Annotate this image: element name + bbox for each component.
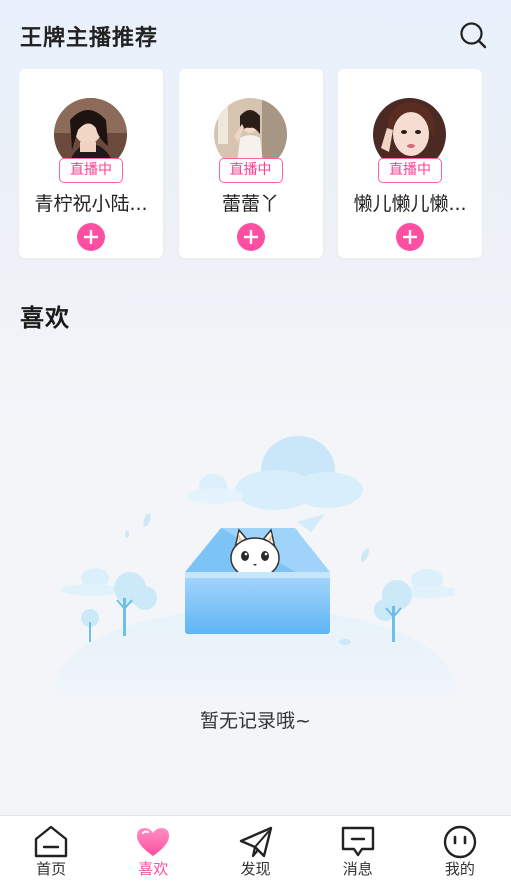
face-icon (443, 825, 477, 859)
bottom-tab-bar: 首页 喜欢 发现 消息 我的 (0, 815, 511, 884)
tab-messages[interactable]: 消息 (307, 816, 409, 884)
tab-profile[interactable]: 我的 (409, 816, 511, 884)
search-icon (460, 22, 487, 49)
search-button[interactable] (456, 18, 490, 52)
anchor-name: 懒儿懒儿懒... (353, 193, 467, 215)
live-badge: 直播中 (59, 158, 123, 183)
anchor-recommend-list: 直播中 青柠祝小陆... 直播中 蕾蕾丫 直播中 懒儿懒儿懒... (19, 69, 482, 258)
anchor-name: 青柠祝小陆... (34, 193, 148, 215)
empty-state-illustration (55, 430, 459, 768)
paper-plane-icon (239, 826, 272, 858)
anchor-name: 蕾蕾丫 (221, 193, 279, 215)
tab-label: 喜欢 (138, 860, 169, 878)
message-icon (341, 826, 374, 857)
page-title: 王牌主播推荐 (20, 26, 159, 51)
live-badge: 直播中 (218, 158, 283, 183)
empty-state-text: 暂无记录哦~ (200, 710, 311, 732)
follow-button[interactable] (396, 223, 424, 251)
favorites-title: 喜欢 (20, 304, 70, 332)
follow-button[interactable] (236, 223, 265, 251)
header: 王牌主播推荐 (0, 0, 511, 66)
heart-icon (137, 828, 170, 856)
plus-icon (84, 230, 98, 244)
plus-icon (243, 230, 258, 244)
tab-favorites[interactable]: 喜欢 (102, 816, 204, 884)
anchor-card[interactable]: 直播中 懒儿懒儿懒... (338, 69, 482, 258)
tab-discover[interactable]: 发现 (204, 816, 306, 884)
tab-label: 发现 (240, 860, 271, 878)
tab-label: 消息 (342, 860, 373, 878)
tab-label: 我的 (444, 860, 475, 878)
follow-button[interactable] (77, 223, 105, 251)
plus-icon (403, 230, 417, 244)
anchor-card[interactable]: 直播中 青柠祝小陆... (19, 69, 163, 258)
anchor-card[interactable]: 直播中 蕾蕾丫 (178, 69, 323, 258)
tab-home[interactable]: 首页 (0, 816, 102, 884)
live-badge: 直播中 (378, 158, 442, 183)
tab-label: 首页 (36, 860, 67, 878)
home-icon (34, 825, 68, 858)
